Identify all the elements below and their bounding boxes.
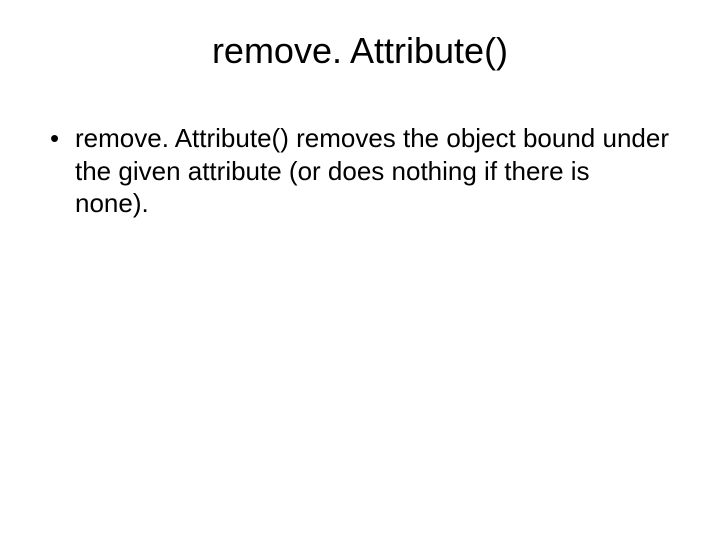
slide-title: remove. Attribute() [30,30,690,72]
bullet-list: remove. Attribute() removes the object b… [30,122,690,220]
bullet-item: remove. Attribute() removes the object b… [50,122,670,220]
